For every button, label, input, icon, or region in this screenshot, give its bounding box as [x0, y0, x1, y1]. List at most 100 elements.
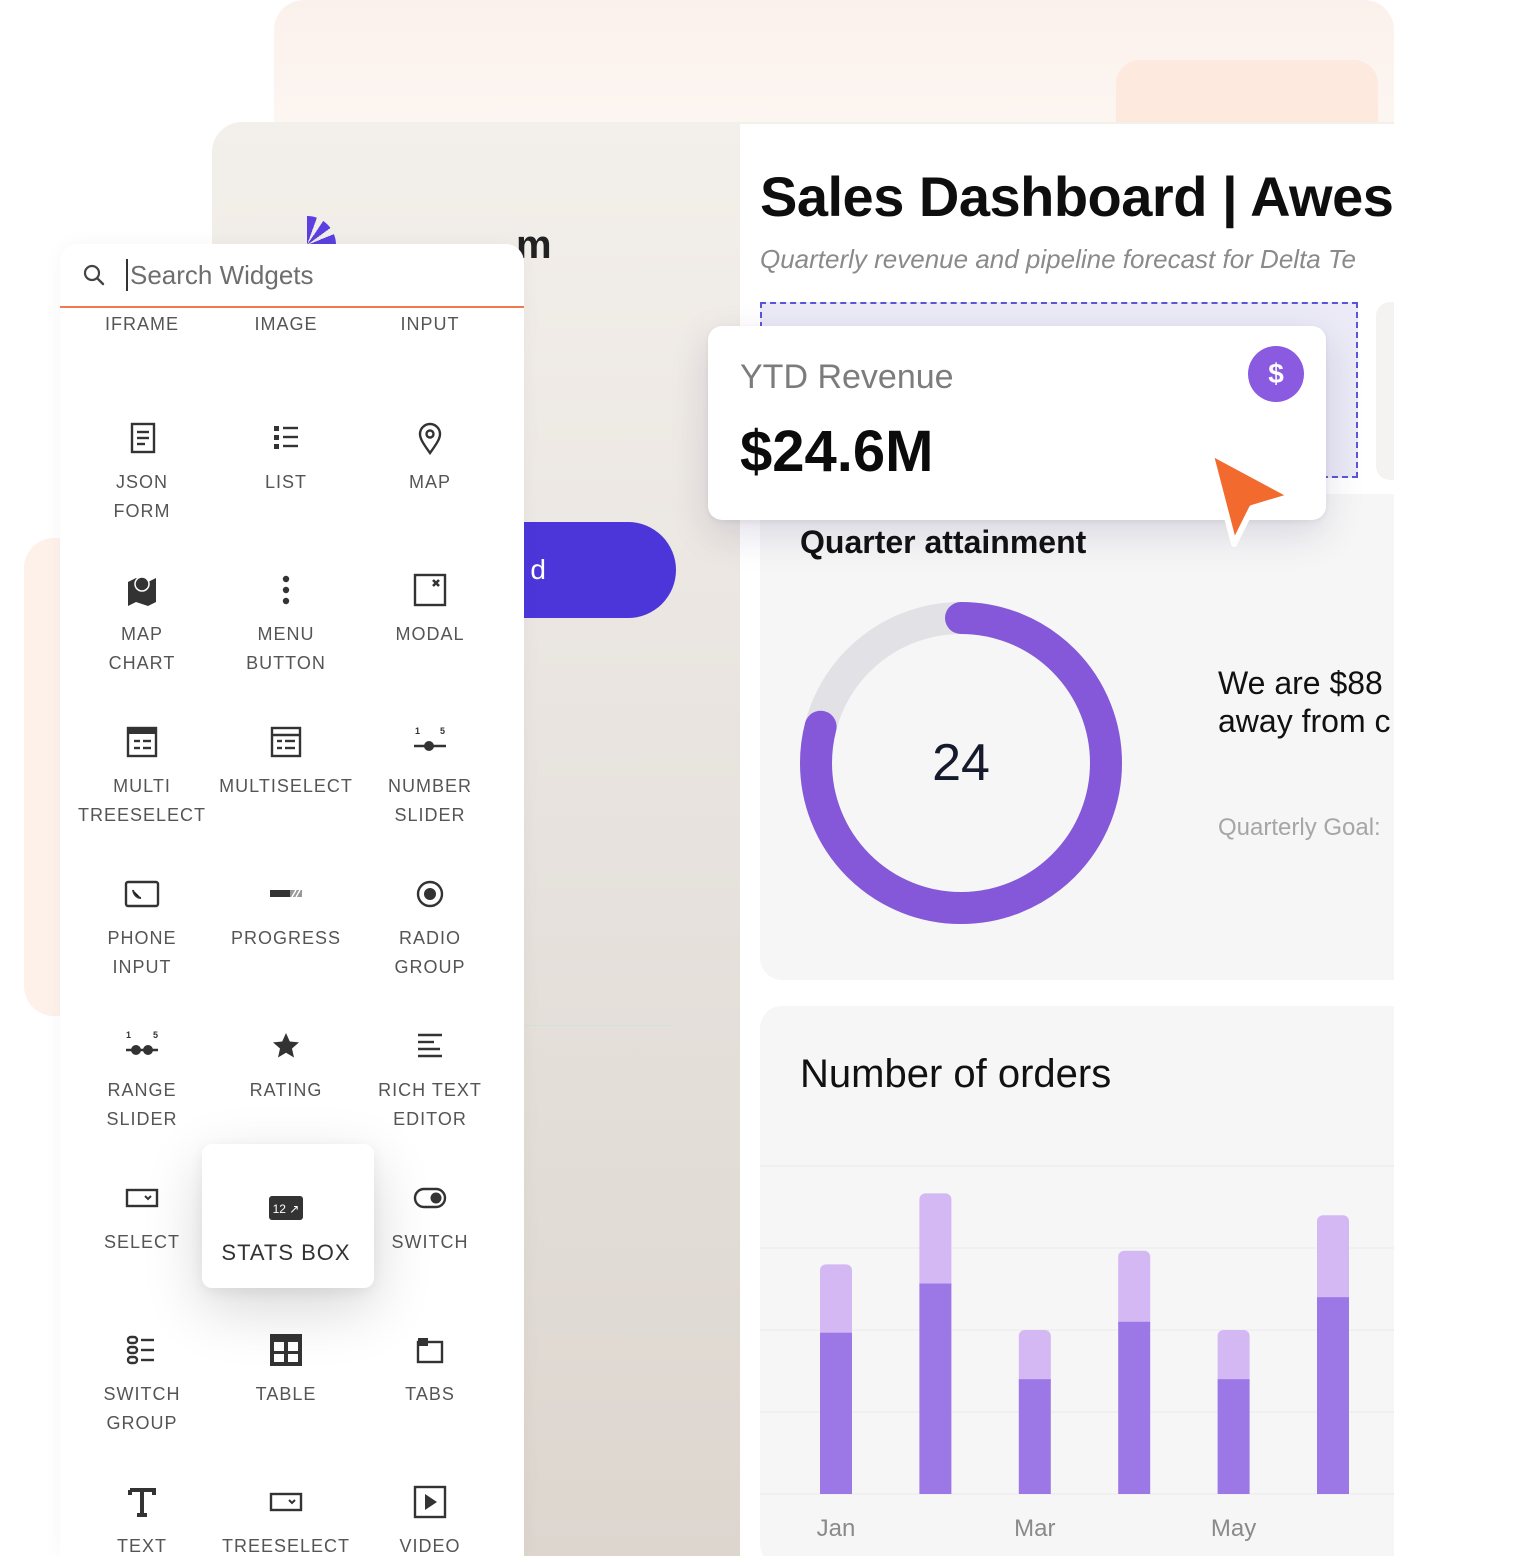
widget-text[interactable]: TEXT	[70, 1484, 214, 1556]
bar-segment-mar-upper	[1018, 1330, 1051, 1388]
bar-segment-mar-lower	[1018, 1379, 1051, 1494]
text-icon	[128, 1488, 156, 1517]
cta-label: d	[530, 554, 546, 585]
widget-label: STATS BOX	[221, 1240, 351, 1265]
quarter-attainment-card: Quarter attainment 24 We are $88 away fr…	[760, 494, 1394, 980]
widget-label: LIST	[264, 472, 307, 492]
x-tick-label: May	[1211, 1515, 1256, 1542]
widget-label: VIDEO	[399, 1536, 461, 1556]
widget-label: MODAL	[395, 624, 465, 644]
widget-rating[interactable]: RATING	[214, 1028, 358, 1105]
progress-icon	[270, 889, 302, 898]
widget-rich-text-editor[interactable]: RICH TEXT EDITOR	[358, 1028, 502, 1134]
bar-segment-may-lower	[1217, 1379, 1250, 1494]
widget-label: MULTISELECT	[219, 776, 353, 796]
switch-group-icon	[126, 1335, 154, 1365]
widget-label: MAP CHART	[108, 624, 176, 673]
widget-progress[interactable]: PROGRESS	[214, 876, 358, 953]
widget-multi-treeselect[interactable]: MULTI TREESELECT	[70, 724, 214, 830]
divider	[512, 1025, 672, 1026]
list-icon	[274, 426, 298, 449]
modal-icon	[413, 573, 447, 607]
widget-iframe[interactable]: IFRAME	[70, 310, 214, 339]
multi-treeselect-icon	[126, 726, 158, 758]
attainment-message-line: We are $88	[1218, 665, 1383, 701]
bar-segment-apr-upper	[1118, 1250, 1151, 1330]
widget-treeselect[interactable]: TREESELECT	[214, 1484, 358, 1556]
widget-phone-input[interactable]: PHONE INPUT	[70, 876, 214, 982]
widget-label: MENU BUTTON	[246, 624, 326, 673]
widget-label: PROGRESS	[230, 928, 342, 948]
widget-map-chart[interactable]: MAP CHART	[70, 572, 214, 678]
widget-label: TEXT	[116, 1536, 167, 1556]
widget-radio-group[interactable]: RADIO GROUP	[358, 876, 502, 982]
card-title: Quarter attainment	[800, 524, 1087, 560]
attainment-message-line: away from c	[1218, 703, 1391, 739]
widget-label: PHONE INPUT	[107, 928, 177, 977]
treeselect-icon	[269, 1492, 303, 1512]
goal-label: Quarterly Goal:	[1218, 814, 1381, 841]
widget-stats-box[interactable]: 12 ↗ STATS BOX	[214, 1190, 358, 1267]
widget-tabs[interactable]: TABS	[358, 1332, 502, 1409]
donut-value: 24	[932, 734, 990, 792]
widget-number-slider[interactable]: 1 5 NUMBER SLIDER	[358, 724, 502, 830]
x-tick-label: Jan	[817, 1515, 856, 1542]
stats-label: YTD Revenue	[740, 358, 954, 396]
search-icon	[83, 264, 105, 286]
bar-segment-jan-upper	[820, 1264, 852, 1341]
bar-segment-jan-lower	[820, 1332, 852, 1494]
widget-label: SWITCH	[391, 1232, 469, 1252]
cursor-arrow-icon	[1207, 449, 1295, 547]
widget-table[interactable]: TABLE	[214, 1332, 358, 1409]
bar-segment-jun-lower	[1317, 1297, 1349, 1494]
dollar-icon: $	[1248, 346, 1304, 402]
svg-text:5: 5	[440, 726, 445, 736]
rich-text-icon	[418, 1033, 442, 1058]
range-slider-icon: 15	[126, 1030, 158, 1055]
x-tick-label: Mar	[1014, 1515, 1055, 1542]
widget-video[interactable]: VIDEO	[358, 1484, 502, 1556]
tabs-icon	[416, 1338, 444, 1364]
search-input[interactable]	[126, 259, 506, 291]
map-chart-icon	[128, 576, 156, 606]
widget-json-form[interactable]: JSON FORM	[70, 420, 214, 526]
widget-label: MAP	[408, 472, 451, 492]
stats-box-icon-text: 12 ↗	[273, 1202, 300, 1216]
side-card	[1376, 302, 1394, 480]
bar-segment-jun-upper	[1317, 1215, 1349, 1306]
widget-multiselect[interactable]: MULTISELECT	[214, 724, 358, 801]
widget-label: NUMBER SLIDER	[387, 776, 472, 825]
widget-label: TABS	[405, 1384, 455, 1404]
widget-label: IMAGE	[254, 314, 318, 334]
svg-text:1: 1	[126, 1030, 131, 1040]
widget-label: IFRAME	[104, 314, 179, 334]
bar-segment-may-upper	[1217, 1330, 1250, 1388]
stats-box-icon: 12 ↗	[269, 1196, 303, 1220]
kebab-menu-icon	[282, 575, 290, 605]
widget-search	[60, 244, 524, 308]
widget-palette: IFRAME IMAGE INPUT JSON FORM LIST MAP MAP CHAR…	[60, 244, 524, 1556]
phone-input-icon	[124, 880, 160, 908]
widget-switch-group[interactable]: SWITCH GROUP	[70, 1332, 214, 1438]
widget-modal[interactable]: MODAL	[358, 572, 502, 649]
widget-map[interactable]: MAP	[358, 420, 502, 497]
widget-range-slider[interactable]: 1 5 RANGE SLIDER	[70, 1028, 214, 1134]
widget-label: INPUT	[400, 314, 460, 334]
widget-label: JSON FORM	[113, 472, 171, 521]
widget-label: TABLE	[255, 1384, 317, 1404]
widget-label: TREESELECT	[221, 1536, 351, 1556]
widget-input[interactable]: INPUT	[358, 310, 502, 339]
video-icon	[413, 1485, 447, 1519]
select-icon	[125, 1188, 159, 1208]
widget-select[interactable]: SELECT	[70, 1180, 214, 1257]
widget-switch[interactable]: SWITCH	[358, 1180, 502, 1257]
svg-text:1: 1	[415, 726, 420, 736]
stats-value: $24.6M	[740, 419, 934, 484]
page-title: Sales Dashboard | Awes	[760, 165, 1394, 228]
page-subtitle: Quarterly revenue and pipeline forecast …	[760, 244, 1356, 274]
widget-image[interactable]: IMAGE	[214, 310, 358, 339]
widget-list[interactable]: LIST	[214, 420, 358, 497]
bar-segment-apr-lower	[1118, 1321, 1151, 1494]
widget-menu-button[interactable]: MENU BUTTON	[214, 572, 358, 678]
orders-chart-card: Number of orders JanMarMayJu	[760, 1006, 1394, 1556]
